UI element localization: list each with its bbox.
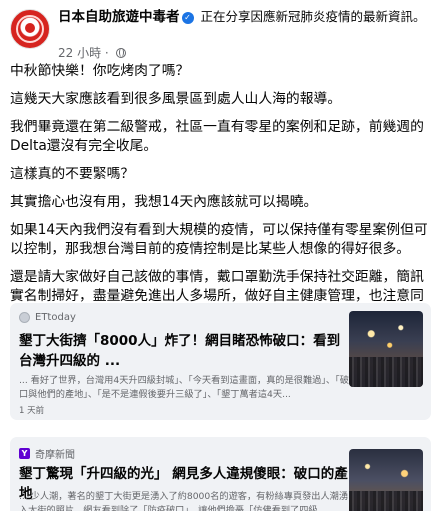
- card-source: Y 奇摩新聞: [19, 446, 75, 461]
- card-timestamp: 1 天前: [19, 406, 45, 416]
- card-snippet: ... 看好了世界，台灣用4天升四級封城」、「今天看到這畫面，真的是很難過」、「…: [19, 375, 349, 400]
- page-name-link[interactable]: 日本自助旅遊中毒者: [58, 9, 180, 25]
- card-title[interactable]: 墾丁大街擠「8000人」炸了！網目睹恐怖破口：看到台灣升四級的 ...: [19, 331, 349, 371]
- ettoday-logo-icon: [19, 312, 30, 323]
- post-timestamp[interactable]: 22 小時 ·: [58, 46, 113, 60]
- post-paragraph: 這樣真的不要緊嗎？: [10, 166, 135, 182]
- post-meta: 22 小時 ·: [58, 44, 126, 61]
- activity-text: 正在分享因應新冠肺炎疫情的最新資訊。: [196, 9, 426, 24]
- post-paragraph: 我們畢竟還在第二級警戒，社區一直有零星的案例和足跡，前幾週的Delta還沒有完全…: [10, 119, 424, 154]
- card-thumbnail[interactable]: [349, 449, 423, 511]
- crowd-image: [349, 356, 423, 387]
- post-paragraph: 如果14天內我們沒有看到大規模的疫情，可以保持僅有零星案例但可以控制，那我想台灣…: [10, 222, 428, 257]
- post-paragraph: 這幾天大家應該看到很多風景區到處人山人海的報導。: [10, 91, 342, 107]
- link-card-yahoo[interactable]: Y 奇摩新聞 墾丁驚現「升四級的光」 網見多人違規傻眼：破口的產地 ... 少人…: [10, 437, 431, 511]
- card-source-label: 奇摩新聞: [35, 450, 75, 461]
- card-snippet: ... 少人潮，著名的墾丁大街更是湧入了約8000名的遊客，有粉絲專頁發出人潮湧…: [19, 491, 349, 511]
- page-avatar[interactable]: [10, 9, 50, 49]
- header-text: 日本自助旅遊中毒者 ✓ 正在分享因應新冠肺炎疫情的最新資訊。: [58, 8, 434, 26]
- card-thumbnail[interactable]: [349, 311, 423, 387]
- link-card-ettoday[interactable]: ETtoday 墾丁大街擠「8000人」炸了！網目睹恐怖破口：看到台灣升四級的 …: [10, 303, 431, 420]
- post-paragraph: 中秋節快樂！你吃烤肉了嗎？: [10, 63, 190, 79]
- crowd-image: [349, 491, 423, 511]
- card-source: ETtoday: [19, 312, 76, 323]
- yahoo-logo-icon: Y: [19, 448, 30, 459]
- verified-badge-icon: ✓: [181, 12, 194, 24]
- avatar-dot: [25, 23, 35, 33]
- post-body: 中秋節快樂！你吃烤肉了嗎？ 這幾天大家應該看到很多風景區到處人山人海的報導。 我…: [10, 62, 436, 334]
- post-header: 日本自助旅遊中毒者 ✓ 正在分享因應新冠肺炎疫情的最新資訊。 22 小時 ·: [10, 6, 435, 61]
- card-source-label: ETtoday: [35, 312, 76, 323]
- post-paragraph: 其實擔心也沒有用，我想14天內應該就可以揭曉。: [10, 194, 318, 210]
- globe-icon: [115, 48, 126, 58]
